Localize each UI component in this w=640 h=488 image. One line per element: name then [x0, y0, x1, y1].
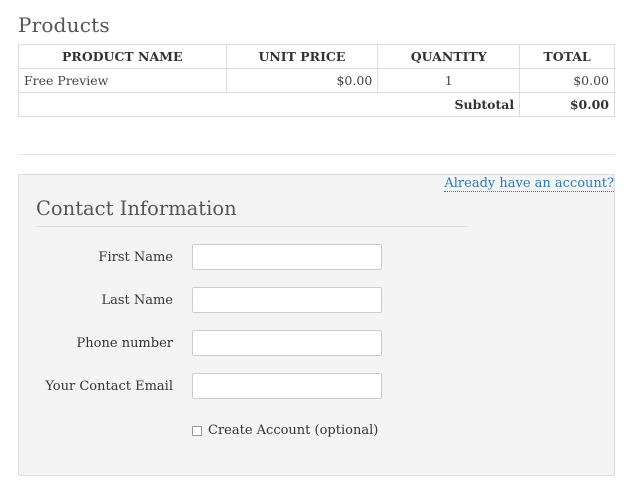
already-have-account-link[interactable]: Already have an account?: [444, 176, 614, 192]
phone-number-input[interactable]: [192, 330, 382, 356]
product-name-cell: Free Preview: [18, 68, 227, 93]
phone-number-label: Phone number: [76, 336, 173, 351]
create-account-label: Create Account (optional): [208, 423, 379, 438]
column-header-quantity: QUANTITY: [377, 44, 521, 69]
contact-email-input[interactable]: [192, 373, 382, 399]
table-header-row: PRODUCT NAME UNIT PRICE QUANTITY TOTAL: [18, 44, 615, 69]
quantity-cell: 1: [377, 68, 521, 93]
first-name-input[interactable]: [192, 244, 382, 270]
column-header-total: TOTAL: [519, 44, 615, 69]
total-cell: $0.00: [519, 68, 615, 93]
products-title: Products: [18, 13, 110, 37]
last-name-input[interactable]: [192, 287, 382, 313]
column-header-unit-price: UNIT PRICE: [225, 44, 379, 69]
subtotal-row: Subtotal $0.00: [17, 92, 615, 117]
section-divider: [18, 154, 615, 155]
contact-title-rule: [36, 226, 468, 227]
table-row: Free Preview $0.00 1 $0.00: [18, 68, 615, 93]
contact-information-title: Contact Information: [36, 197, 237, 220]
subtotal-value: $0.00: [519, 92, 615, 117]
column-header-product-name: PRODUCT NAME: [18, 44, 227, 69]
last-name-label: Last Name: [101, 293, 173, 308]
first-name-label: First Name: [98, 250, 173, 265]
create-account-option[interactable]: Create Account (optional): [192, 423, 378, 438]
contact-information-panel: Already have an account? Contact Informa…: [18, 174, 615, 476]
products-table: PRODUCT NAME UNIT PRICE QUANTITY TOTAL F…: [17, 44, 615, 117]
contact-email-label: Your Contact Email: [45, 379, 173, 394]
create-account-checkbox[interactable]: [192, 425, 202, 436]
subtotal-label: Subtotal: [17, 92, 521, 117]
unit-price-cell: $0.00: [225, 68, 379, 93]
